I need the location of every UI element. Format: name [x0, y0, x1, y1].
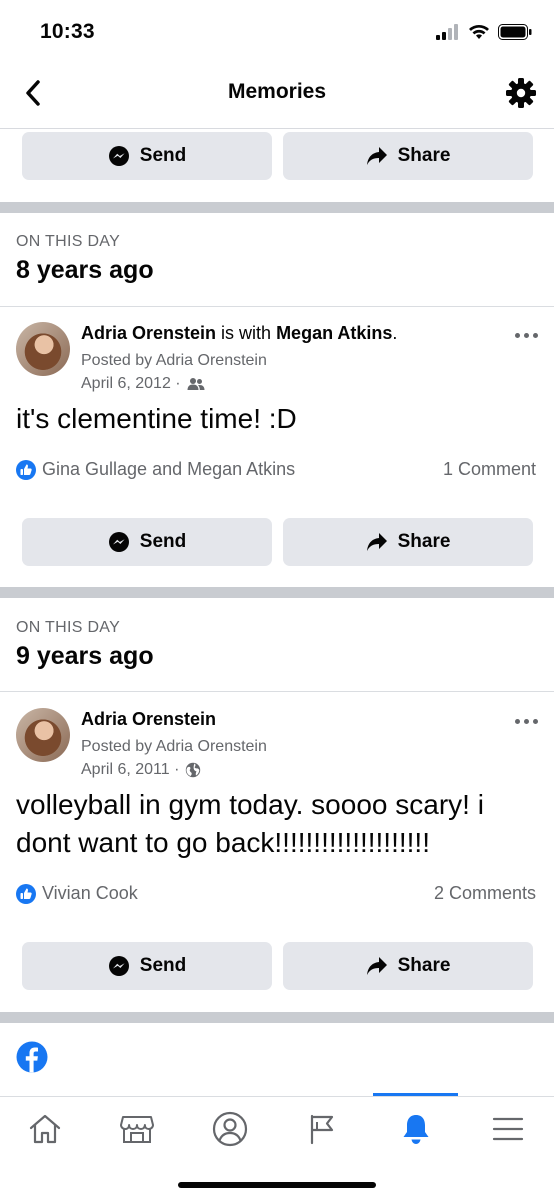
share-label: Share: [397, 145, 451, 166]
home-indicator: [178, 1182, 376, 1188]
section-separator: [0, 1012, 554, 1023]
status-time: 10:33: [40, 20, 95, 43]
notifications-bell-icon: [403, 1115, 429, 1144]
post-text: it's clementine time! :D: [16, 403, 297, 434]
settings-button[interactable]: [504, 76, 538, 110]
avatar[interactable]: [16, 708, 70, 762]
like-icon: [16, 459, 36, 480]
menu-icon: [492, 1117, 524, 1141]
messenger-icon: [108, 146, 129, 166]
nav-profile[interactable]: [208, 1107, 252, 1151]
post-text: volleyball in gym today. soooo scary! i …: [16, 789, 484, 858]
facebook-logo-icon: [16, 1041, 48, 1073]
post-meta: April 6, 2011 ·: [81, 761, 201, 779]
nav-menu[interactable]: [486, 1107, 530, 1151]
status-icons: [436, 24, 532, 40]
post-meta: April 6, 2012 ·: [81, 375, 205, 393]
messenger-icon: [108, 532, 129, 552]
years-ago-heading: 8 years ago: [16, 256, 154, 284]
author-name[interactable]: Adria Orenstein: [81, 709, 216, 729]
post-author-line: Adria Orenstein is with Megan Atkins.: [81, 323, 398, 343]
profile-icon: [212, 1111, 248, 1147]
send-label: Send: [139, 955, 187, 976]
share-label: Share: [397, 531, 451, 552]
reactions-names: Gina Gullage and Megan Atkins: [42, 459, 296, 479]
pages-flag-icon: [310, 1114, 334, 1145]
avatar[interactable]: [16, 322, 70, 376]
section-separator: [0, 587, 554, 598]
on-this-day-label: ON THIS DAY: [16, 619, 121, 636]
nav-marketplace[interactable]: [115, 1107, 159, 1151]
page-title: Memories: [227, 80, 327, 103]
reactions-summary[interactable]: Gina Gullage and Megan Atkins: [16, 459, 295, 480]
send-button[interactable]: Send: [22, 942, 272, 990]
header-divider: [0, 128, 554, 129]
memory-divider: [0, 691, 554, 692]
with-text: is with: [216, 323, 277, 343]
globe-icon: [186, 762, 201, 778]
share-button[interactable]: Share: [283, 942, 533, 990]
post-date[interactable]: April 6, 2012 ·: [81, 375, 181, 393]
home-icon: [29, 1114, 61, 1144]
send-label: Send: [139, 145, 187, 166]
nav-pages[interactable]: [300, 1107, 344, 1151]
send-button[interactable]: Send: [22, 518, 272, 566]
marketplace-icon: [120, 1116, 154, 1143]
post-date[interactable]: April 6, 2011 ·: [81, 761, 179, 779]
wifi-icon: [469, 25, 489, 39]
more-options-button[interactable]: [515, 719, 538, 724]
share-button[interactable]: Share: [283, 518, 533, 566]
share-button[interactable]: Share: [283, 132, 533, 180]
battery-icon: [498, 24, 532, 40]
more-options-button[interactable]: [515, 333, 538, 338]
section-separator: [0, 202, 554, 213]
author-name[interactable]: Adria Orenstein: [81, 323, 216, 343]
years-ago-heading: 9 years ago: [16, 642, 154, 670]
nav-home[interactable]: [23, 1107, 67, 1151]
on-this-day-label: ON THIS DAY: [16, 233, 121, 250]
send-button[interactable]: Send: [22, 132, 272, 180]
share-arrow-icon: [366, 533, 387, 551]
signal-icon: [436, 24, 458, 40]
share-arrow-icon: [366, 147, 387, 165]
send-label: Send: [139, 531, 187, 552]
tagged-name[interactable]: Megan Atkins: [276, 323, 392, 343]
share-arrow-icon: [366, 957, 387, 975]
messenger-icon: [108, 956, 129, 976]
comments-count[interactable]: 2 Comments: [434, 883, 536, 904]
gear-icon: [506, 78, 536, 108]
nav-notifications[interactable]: [394, 1107, 438, 1151]
post-author-line: Adria Orenstein: [81, 709, 216, 730]
share-label: Share: [397, 955, 451, 976]
friends-icon: [187, 378, 205, 390]
reactions-names: Vivian Cook: [42, 883, 138, 903]
comments-count[interactable]: 1 Comment: [443, 459, 536, 480]
facebook-logo: [16, 1041, 48, 1078]
like-icon: [16, 883, 36, 904]
memory-divider: [0, 306, 554, 307]
posted-by: Posted by Adria Orenstein: [81, 352, 267, 369]
bottom-nav: [0, 1096, 554, 1157]
posted-by: Posted by Adria Orenstein: [81, 738, 267, 755]
reactions-summary[interactable]: Vivian Cook: [16, 883, 138, 904]
